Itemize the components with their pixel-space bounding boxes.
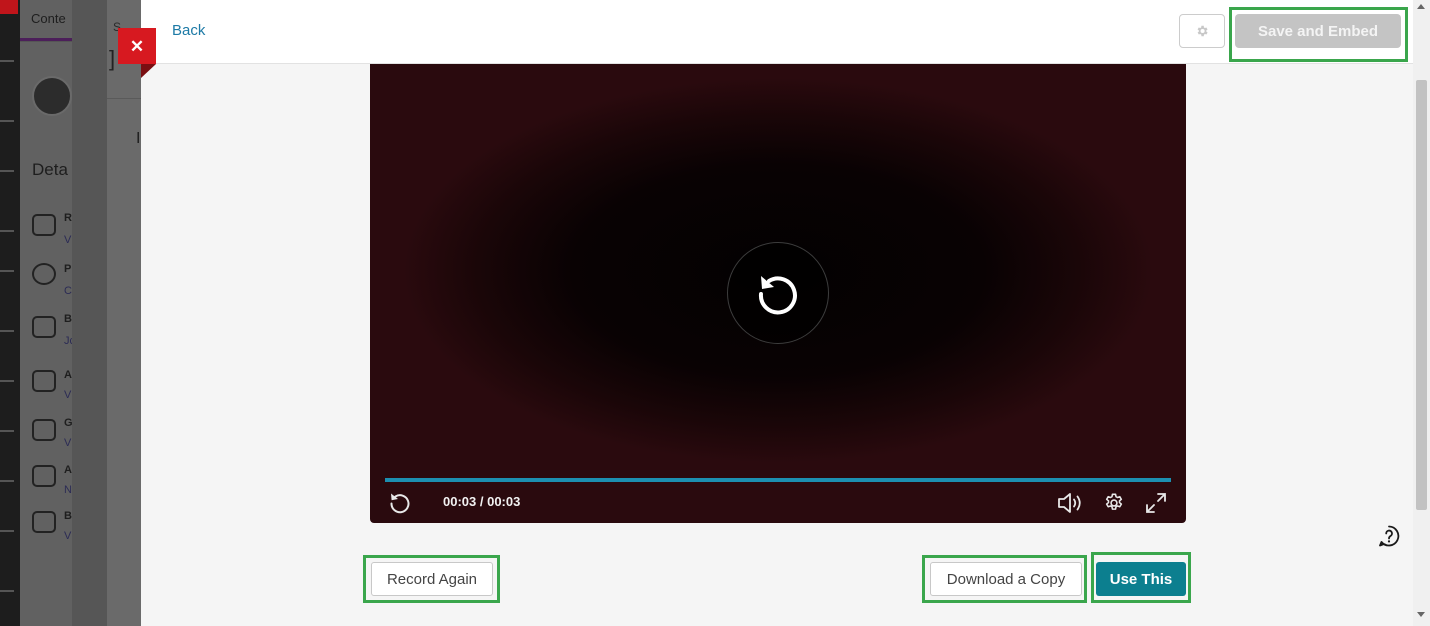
settings-button[interactable] xyxy=(1179,14,1225,48)
rail-tick xyxy=(0,330,14,332)
background-panel-text: ] xyxy=(109,46,116,71)
rail-tick xyxy=(0,230,14,232)
replay-icon xyxy=(758,276,797,315)
background-row-label: A xyxy=(64,369,72,381)
progress-bar[interactable] xyxy=(385,478,1171,482)
close-modal-button[interactable]: ✕ xyxy=(118,28,156,80)
background-row-sub: V xyxy=(64,234,72,246)
time-display: 00:03 / 00:03 xyxy=(443,494,521,509)
fullscreen-button[interactable] xyxy=(1141,488,1171,518)
background-divider xyxy=(107,98,141,99)
background-row-icon xyxy=(32,511,56,533)
scroll-up-arrow[interactable] xyxy=(1417,4,1425,9)
player-settings-button[interactable] xyxy=(1099,488,1129,518)
background-row-sub: V xyxy=(64,389,72,401)
background-row-label: A xyxy=(64,464,72,476)
record-again-button[interactable]: Record Again xyxy=(371,562,493,596)
avatar xyxy=(32,76,72,116)
scroll-down-arrow[interactable] xyxy=(1417,612,1425,617)
background-row-label: P xyxy=(64,263,72,275)
rail-tick xyxy=(0,480,14,482)
progress-fill xyxy=(385,478,1171,482)
close-box[interactable]: ✕ xyxy=(118,28,156,64)
background-row-icon xyxy=(32,316,56,338)
background-row-icon xyxy=(32,214,56,236)
help-icon xyxy=(1379,525,1400,547)
rail-tick xyxy=(0,530,14,532)
background-nav-rail xyxy=(0,0,20,626)
replay-icon xyxy=(390,493,410,514)
modal-header: Back Save and Embed xyxy=(141,0,1413,64)
rail-tick xyxy=(0,60,14,62)
volume-button[interactable] xyxy=(1055,488,1087,518)
background-panel xyxy=(72,0,107,626)
gear-icon xyxy=(1105,493,1123,510)
fullscreen-icon xyxy=(1146,493,1166,513)
rail-tick xyxy=(0,430,14,432)
volume-icon xyxy=(1058,493,1081,513)
gear-icon xyxy=(1197,25,1208,37)
background-heading: Deta xyxy=(32,160,68,179)
video-player[interactable]: 00:03 / 00:03 xyxy=(370,64,1186,523)
scrollbar[interactable] xyxy=(1413,0,1430,626)
background-row-icon xyxy=(32,465,56,487)
background-row-icon xyxy=(32,419,56,441)
back-link[interactable]: Back xyxy=(172,22,205,39)
background-row-sub: V xyxy=(64,530,72,542)
use-this-button[interactable]: Use This xyxy=(1096,562,1186,596)
background-row-label: B xyxy=(64,313,72,325)
background-row-label: R xyxy=(64,212,72,224)
scroll-thumb[interactable] xyxy=(1416,80,1427,510)
background-tab-content: Conte xyxy=(31,11,66,26)
background-row-label: B xyxy=(64,510,72,522)
background-panel-text: I xyxy=(136,130,141,147)
background-row-sub: C xyxy=(64,285,72,297)
rail-tick xyxy=(0,170,14,172)
video-recorder-modal: Back Save and Embed 00:03 / 00:03 Record… xyxy=(141,0,1413,626)
rail-tick xyxy=(0,590,14,592)
rail-tick xyxy=(0,120,14,122)
background-row-sub: N xyxy=(64,484,72,496)
replay-button[interactable] xyxy=(385,488,415,518)
save-and-embed-button[interactable]: Save and Embed xyxy=(1235,14,1401,48)
background-panel-secondary: S ] I xyxy=(107,0,141,626)
background-row-icon xyxy=(32,263,56,285)
ribbon-fold xyxy=(141,64,156,78)
download-copy-button[interactable]: Download a Copy xyxy=(930,562,1082,596)
replay-button-large[interactable] xyxy=(727,242,829,344)
background-row-icon xyxy=(32,370,56,392)
background-row-sub: V xyxy=(64,437,72,449)
rail-tick xyxy=(0,380,14,382)
rail-tick xyxy=(0,270,14,272)
close-icon: ✕ xyxy=(129,36,145,56)
brand-mark xyxy=(0,0,18,14)
help-button[interactable] xyxy=(1377,524,1401,548)
